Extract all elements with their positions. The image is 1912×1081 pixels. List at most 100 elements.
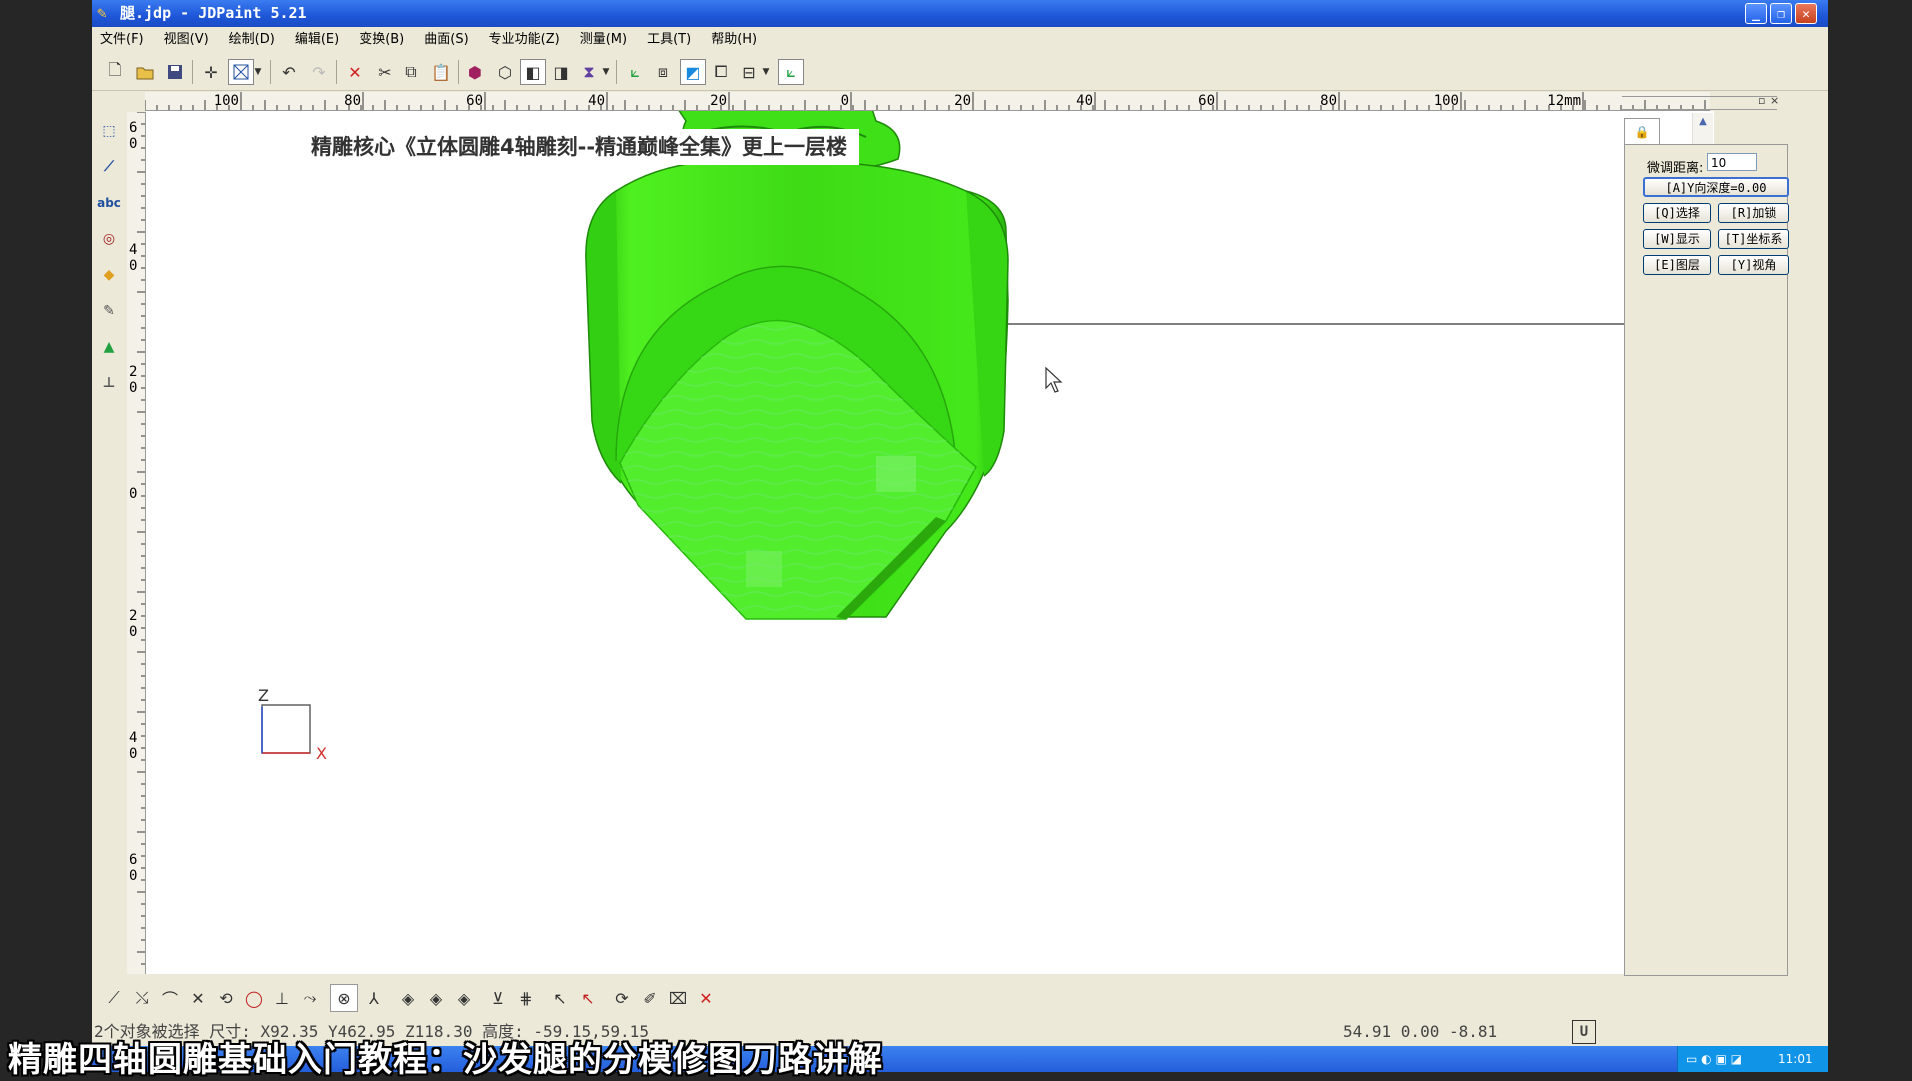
- chevron-down-icon[interactable]: ▼: [760, 59, 772, 85]
- ruler-tick-label: 0: [841, 93, 849, 109]
- hidden-line-icon[interactable]: ◨: [548, 59, 574, 85]
- coordinate-icon[interactable]: ⟀: [622, 59, 648, 85]
- tangent-snap-icon[interactable]: ⟲: [212, 984, 240, 1012]
- select-box-icon[interactable]: [228, 59, 254, 85]
- solid-view-icon[interactable]: ⬢: [462, 59, 488, 85]
- menu-bar: 文件(F) 视图(V) 绘制(D) 编辑(E) 变换(B) 曲面(S) 专业功能(Z) 测量(…: [92, 28, 1828, 52]
- paste-icon[interactable]: 📋: [428, 59, 454, 85]
- transform-tool-icon[interactable]: ◆: [96, 262, 122, 288]
- edit-point-icon[interactable]: ✐: [636, 984, 664, 1012]
- cancel-snap-icon[interactable]: ✕: [692, 984, 720, 1012]
- arc-snap-icon[interactable]: ⌒: [156, 984, 184, 1012]
- redo-icon[interactable]: ↷: [306, 59, 332, 85]
- lock-button[interactable]: [R]加锁: [1718, 203, 1789, 223]
- crosshair-icon[interactable]: ✛: [198, 59, 224, 85]
- horizontal-ruler: 100 80 60 40 20 0 20 40 60 80 100 12mm: [145, 92, 1710, 111]
- box-select-icon[interactable]: ⧠: [708, 59, 734, 85]
- trim-delete-icon[interactable]: ↖: [574, 984, 602, 1012]
- jdpaint-window: ✎ 腿.jdp - JDPaint 5.21 _ ❐ ✕ 文件(F) 视图(V) 绘…: [92, 0, 1828, 1072]
- close-button[interactable]: ✕: [1795, 3, 1817, 24]
- ruler-tick-label: 0: [129, 258, 137, 274]
- save-icon[interactable]: [162, 59, 188, 85]
- axis-icon[interactable]: ⟀: [778, 59, 804, 85]
- menu-view[interactable]: 视图(V): [164, 32, 209, 47]
- bottom-toolbar: ⟋ ⤯ ⌒ ✕ ⟲ ◯ ⊥ ⤳ ⊗ ⅄ ◈ ◈ ◈ ⊻ ⋕ ↖ ↖ ⟳ ✐ ⌧ …: [92, 982, 1622, 1014]
- ruler-tick-label: 0: [129, 868, 137, 884]
- ruler-tick-label: 4: [129, 242, 137, 258]
- unit-button[interactable]: U: [1572, 1020, 1596, 1044]
- new-file-icon[interactable]: 🗋: [102, 59, 128, 85]
- coordinate-system-button[interactable]: [T]坐标系: [1718, 229, 1789, 249]
- diamond-snap-2-icon[interactable]: ◈: [422, 984, 450, 1012]
- menu-draw[interactable]: 绘制(D): [229, 32, 275, 47]
- shaded-view-icon[interactable]: ◧: [520, 59, 546, 85]
- panel-restore-icon[interactable]: ▫: [1758, 94, 1765, 107]
- baseline-icon[interactable]: ⊻: [484, 984, 512, 1012]
- pen-tool-icon[interactable]: ✎: [96, 298, 122, 324]
- ruler-tick-label: 60: [466, 93, 483, 109]
- text-tool-icon[interactable]: abc: [96, 190, 122, 216]
- chevron-down-icon[interactable]: ▼: [252, 59, 264, 85]
- diamond-snap-3-icon[interactable]: ◈: [450, 984, 478, 1012]
- ruler-tick-label: 6: [129, 120, 137, 136]
- intersect-snap-icon[interactable]: ✕: [184, 984, 212, 1012]
- nearest-snap-icon[interactable]: ⤳: [296, 984, 324, 1012]
- end-snap-icon[interactable]: ⤯: [128, 984, 156, 1012]
- panel-close-icon[interactable]: ×: [1770, 94, 1779, 107]
- lock-icon: 🔒: [1634, 125, 1650, 139]
- y-depth-button[interactable]: [A]Y向深度=0.00: [1643, 177, 1789, 197]
- select-tool-icon[interactable]: ⬚: [96, 118, 122, 144]
- menu-measure[interactable]: 测量(M): [580, 32, 627, 47]
- view-direction-icon[interactable]: ⧗: [576, 59, 602, 85]
- measure-tool-icon[interactable]: ⊥: [96, 370, 122, 396]
- layer-box-icon[interactable]: ⧈: [650, 59, 676, 85]
- rotate-snap-icon[interactable]: ⟳: [608, 984, 636, 1012]
- minimize-button[interactable]: _: [1745, 3, 1767, 24]
- menu-surface[interactable]: 曲面(S): [424, 32, 468, 47]
- menu-help[interactable]: 帮助(H): [711, 32, 757, 47]
- remove-point-icon[interactable]: ⌧: [664, 984, 692, 1012]
- line-snap-icon[interactable]: ⟋: [100, 984, 128, 1012]
- view-angle-button[interactable]: [Y]视角: [1718, 255, 1789, 275]
- restore-button[interactable]: ❐: [1770, 3, 1792, 24]
- angle-snap-icon[interactable]: ⅄: [360, 984, 388, 1012]
- model-viewport[interactable]: Z X 精雕核心《立体圆雕4轴雕刻--精通巅峰全集》更上一层楼: [146, 111, 1714, 974]
- copy-icon[interactable]: ⧉: [398, 59, 424, 85]
- ruler-tick-label: 0: [129, 486, 137, 502]
- ruler-tick-label: 40: [588, 93, 605, 109]
- grid-snap-icon[interactable]: ⊗: [330, 984, 358, 1012]
- menu-transform[interactable]: 变换(B): [359, 32, 404, 47]
- layers-icon[interactable]: ⊟: [736, 59, 762, 85]
- tray-icons: ▭ ◐ ▣ ◪: [1686, 1052, 1742, 1066]
- open-folder-icon[interactable]: [132, 59, 158, 85]
- render-icon[interactable]: ◩: [680, 59, 706, 85]
- show-button[interactable]: [W]显示: [1643, 229, 1711, 249]
- multi-line-icon[interactable]: ⋕: [512, 984, 540, 1012]
- axis-x-label: X: [316, 744, 327, 763]
- center-snap-icon[interactable]: ◯: [240, 984, 268, 1012]
- menu-tools[interactable]: 工具(T): [647, 32, 691, 47]
- delete-icon[interactable]: ✕: [342, 59, 368, 85]
- menu-edit[interactable]: 编辑(E): [295, 32, 339, 47]
- window-title: 腿.jdp - JDPaint 5.21: [120, 4, 307, 22]
- chevron-down-icon[interactable]: ▼: [600, 59, 612, 85]
- sculpt-tool-icon[interactable]: ▲: [96, 334, 122, 360]
- panel-tab[interactable]: 🔒: [1624, 118, 1660, 145]
- ruler-tick-label: 2: [129, 608, 137, 624]
- diamond-snap-icon[interactable]: ◈: [394, 984, 422, 1012]
- menu-file[interactable]: 文件(F): [100, 32, 144, 47]
- undo-icon[interactable]: ↶: [276, 59, 302, 85]
- layer-button[interactable]: [E]图层: [1643, 255, 1711, 275]
- ruler-tick-label: 40: [1076, 93, 1093, 109]
- trim-icon[interactable]: ↖: [546, 984, 574, 1012]
- curve-tool-icon[interactable]: ⟋: [96, 154, 122, 180]
- cut-icon[interactable]: ✂: [372, 59, 398, 85]
- menu-professional[interactable]: 专业功能(Z): [489, 32, 560, 47]
- ruler-tick-label: 20: [954, 93, 971, 109]
- nudge-distance-input[interactable]: 10: [1707, 153, 1757, 171]
- surface-tool-icon[interactable]: ◎: [96, 226, 122, 252]
- ruler-tick-label: 20: [710, 93, 727, 109]
- perpendicular-snap-icon[interactable]: ⊥: [268, 984, 296, 1012]
- wireframe-view-icon[interactable]: ⬡: [492, 59, 518, 85]
- select-button[interactable]: [Q]选择: [1643, 203, 1711, 223]
